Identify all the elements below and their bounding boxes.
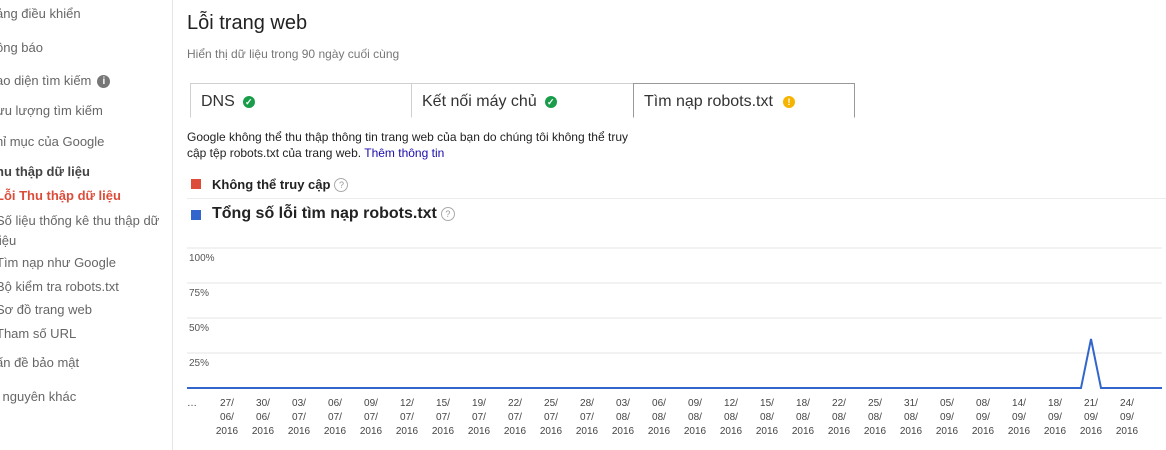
legend-label: Tổng số lỗi tìm nạp robots.txt? — [212, 205, 455, 223]
sidebar-item-label: ưu lượng tìm kiếm — [0, 103, 103, 118]
x-tick-label: 27/06/2016 — [216, 398, 239, 437]
sidebar-item[interactable]: Bộ kiểm tra robots.txt — [0, 279, 119, 294]
x-tick-label: 15/07/2016 — [432, 398, 455, 437]
sidebar-nav: ảng điều khiển ông báo ao diện tìm kiếm i ưu… — [0, 0, 173, 450]
tab-dns[interactable]: DNS ✓ — [190, 83, 412, 118]
y-tick-label: 100% — [189, 253, 215, 264]
x-tick-label: 31/08/2016 — [900, 398, 923, 437]
x-tick-label: 06/07/2016 — [324, 398, 347, 437]
check-icon: ✓ — [544, 96, 557, 108]
sidebar-item-label: ấn đề bảo mật — [0, 355, 80, 370]
warning-icon: ! — [782, 96, 795, 108]
series-line — [187, 338, 1162, 389]
x-tick-label: 25/08/2016 — [864, 398, 887, 437]
x-tick-label: 05/09/2016 — [936, 398, 959, 437]
sidebar-item-label: Lỗi Thu thập dữ liệu — [0, 188, 121, 203]
sidebar-item[interactable]: ông báo — [0, 40, 43, 55]
sidebar-item[interactable]: hỉ mục của Google — [0, 134, 104, 149]
main-content: Lỗi trang web Hiển thị dữ liệu trong 90 … — [187, 0, 1166, 450]
x-tick-label: 18/08/2016 — [792, 398, 815, 437]
sidebar-item[interactable]: ao diện tìm kiếm i — [0, 73, 111, 88]
tab-label: Kết nối máy chủ — [422, 93, 537, 110]
x-tick-label: 18/09/2016 — [1044, 398, 1067, 437]
sidebar-item[interactable]: Sơ đồ trang web — [0, 302, 92, 317]
x-tick-label: … — [187, 398, 197, 409]
x-tick-label: 22/07/2016 — [504, 398, 527, 437]
x-tick-label: 15/08/2016 — [756, 398, 779, 437]
x-tick-label: 24/09/2016 — [1116, 398, 1139, 437]
x-tick-label: 09/07/2016 — [360, 398, 383, 437]
sidebar-item[interactable]: Tham số URL — [0, 326, 76, 341]
sidebar-item-label: Tìm nạp như Google — [0, 255, 116, 270]
legend-swatch — [191, 210, 201, 220]
sidebar-item[interactable]: Tìm nạp như Google — [0, 255, 116, 270]
sidebar-item[interactable]: i nguyên khác — [0, 389, 76, 404]
sidebar-item-label: hu thập dữ liệu — [0, 164, 90, 179]
x-tick-label: 14/09/2016 — [1008, 398, 1031, 437]
y-tick-label: 50% — [189, 323, 209, 334]
legend-unreachable[interactable]: Không thể truy cập? — [187, 170, 1166, 199]
x-tick-label: 09/08/2016 — [684, 398, 707, 437]
tab-label: DNS — [201, 93, 235, 110]
help-icon[interactable]: ? — [334, 178, 349, 192]
sidebar-item-label: hỉ mục của Google — [0, 134, 105, 149]
x-tick-label: 03/08/2016 — [612, 398, 635, 437]
tab-robots-fetch[interactable]: Tìm nạp robots.txt! — [633, 83, 855, 118]
x-tick-label: 19/07/2016 — [468, 398, 491, 437]
sidebar-item-label: Số liệu thống kê thu thập dữ liệu — [0, 213, 160, 248]
x-tick-label: 28/07/2016 — [576, 398, 599, 437]
sidebar-item-label: ao diện tìm kiếm — [0, 73, 92, 88]
error-message: Google không thể thu thập thông tin tran… — [187, 129, 637, 161]
x-tick-label: 21/09/2016 — [1080, 398, 1103, 437]
sidebar-item[interactable]: ưu lượng tìm kiếm — [0, 103, 103, 118]
sidebar-item-label: Bộ kiểm tra robots.txt — [0, 279, 119, 294]
x-tick-label: 30/06/2016 — [252, 398, 275, 437]
page-title: Lỗi trang web — [187, 12, 308, 34]
tab-server-connectivity[interactable]: Kết nối máy chủ ✓ — [411, 83, 634, 118]
legend-swatch — [191, 179, 201, 189]
sidebar-item[interactable]: Lỗi Thu thập dữ liệu — [0, 188, 121, 203]
x-tick-label: 12/08/2016 — [720, 398, 743, 437]
check-icon: ✓ — [242, 96, 255, 108]
x-tick-label: 12/07/2016 — [396, 398, 419, 437]
x-tick-label: 22/08/2016 — [828, 398, 851, 437]
sidebar-item-label: ảng điều khiển — [0, 6, 81, 21]
x-tick-label: 03/07/2016 — [288, 398, 311, 437]
legend-total-robots-errors[interactable]: Tổng số lỗi tìm nạp robots.txt? — [187, 200, 1166, 228]
sidebar-item[interactable]: Số liệu thống kê thu thập dữ liệu — [0, 211, 166, 251]
sidebar-item-label: i nguyên khác — [0, 389, 77, 404]
more-info-link[interactable]: Thêm thông tin — [364, 146, 444, 160]
sidebar-item[interactable]: ảng điều khiển — [0, 6, 81, 21]
page-subtitle: Hiển thị dữ liệu trong 90 ngày cuối cùng — [187, 47, 400, 61]
help-icon[interactable]: ? — [440, 207, 455, 221]
sidebar-item-label: Sơ đồ trang web — [0, 302, 92, 317]
robots-errors-chart: 100% 75% 50% 25% … 27/06/2016 30/06/2016 03/07/… — [187, 247, 1162, 437]
x-tick-label: 25/07/2016 — [540, 398, 563, 437]
legend-label: Không thể truy cập? — [212, 177, 349, 192]
sidebar-item-label: ông báo — [0, 40, 43, 55]
sidebar-item-label: Tham số URL — [0, 326, 77, 341]
tab-label: Tìm nạp robots.txt — [644, 93, 773, 110]
y-tick-label: 25% — [189, 358, 209, 369]
sidebar-item: hu thập dữ liệu — [0, 164, 90, 179]
sidebar-item[interactable]: ấn đề bảo mật — [0, 355, 79, 370]
x-tick-label: 08/09/2016 — [972, 398, 995, 437]
info-icon[interactable]: i — [97, 75, 111, 88]
x-tick-label: 06/08/2016 — [648, 398, 671, 437]
y-tick-label: 75% — [189, 288, 209, 299]
